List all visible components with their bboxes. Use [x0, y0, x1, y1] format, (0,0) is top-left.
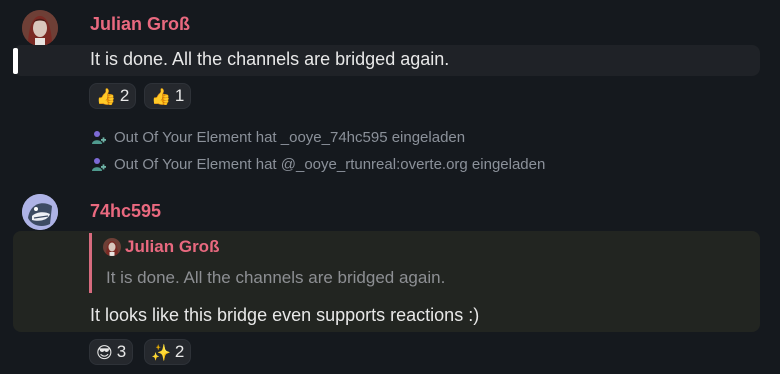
avatar-julian-icon	[22, 10, 58, 46]
message-body: It is done. All the channels are bridged…	[90, 49, 450, 69]
avatar-74hc595[interactable]	[22, 194, 58, 230]
invite-icon	[92, 130, 106, 144]
membership-event: Out Of Your Element hat _ooye_74hc595 ei…	[90, 129, 465, 146]
membership-event: Out Of Your Element hat @_ooye_rtunreal:…	[90, 156, 545, 173]
reaction-sparkles[interactable]: ✨ 2	[144, 339, 192, 365]
reaction-thumbs-up-alt[interactable]: 👍 1	[144, 83, 192, 109]
reaction-count: 1	[174, 86, 185, 105]
thumbs-up-icon: 👍	[96, 86, 116, 106]
reaction-thumbs-up[interactable]: 👍 2	[89, 83, 137, 109]
message-sender[interactable]: Julian Groß	[90, 14, 190, 35]
sunglasses-face-icon: 😎	[96, 342, 113, 362]
invite-icon	[92, 157, 106, 171]
reply-text: It is done. All the channels are bridged…	[106, 268, 446, 287]
reaction-sunglasses[interactable]: 😎 3	[89, 339, 134, 365]
reaction-count: 3	[116, 342, 127, 361]
selection-indicator	[13, 48, 18, 74]
message-body: It looks like this bridge even supports …	[90, 305, 480, 325]
reply-sender: Julian Groß	[125, 237, 220, 256]
message-sender[interactable]: 74hc595	[90, 201, 161, 222]
sparkles-icon: ✨	[151, 342, 171, 362]
event-text: Out Of Your Element hat @_ooye_rtunreal:…	[114, 156, 546, 173]
reply-header: Julian Groß	[103, 237, 219, 257]
event-text: Out Of Your Element hat _ooye_74hc595 ei…	[114, 129, 466, 146]
reaction-count: 2	[174, 342, 185, 361]
reply-avatar-icon	[103, 238, 121, 256]
avatar-julian[interactable]	[22, 10, 58, 46]
avatar-74hc595-icon	[22, 194, 58, 230]
reply-quote[interactable]: Julian Groß It is done. All the channels…	[89, 233, 492, 293]
reaction-count: 2	[119, 86, 130, 105]
thumbs-up-icon: 👍	[151, 86, 171, 106]
